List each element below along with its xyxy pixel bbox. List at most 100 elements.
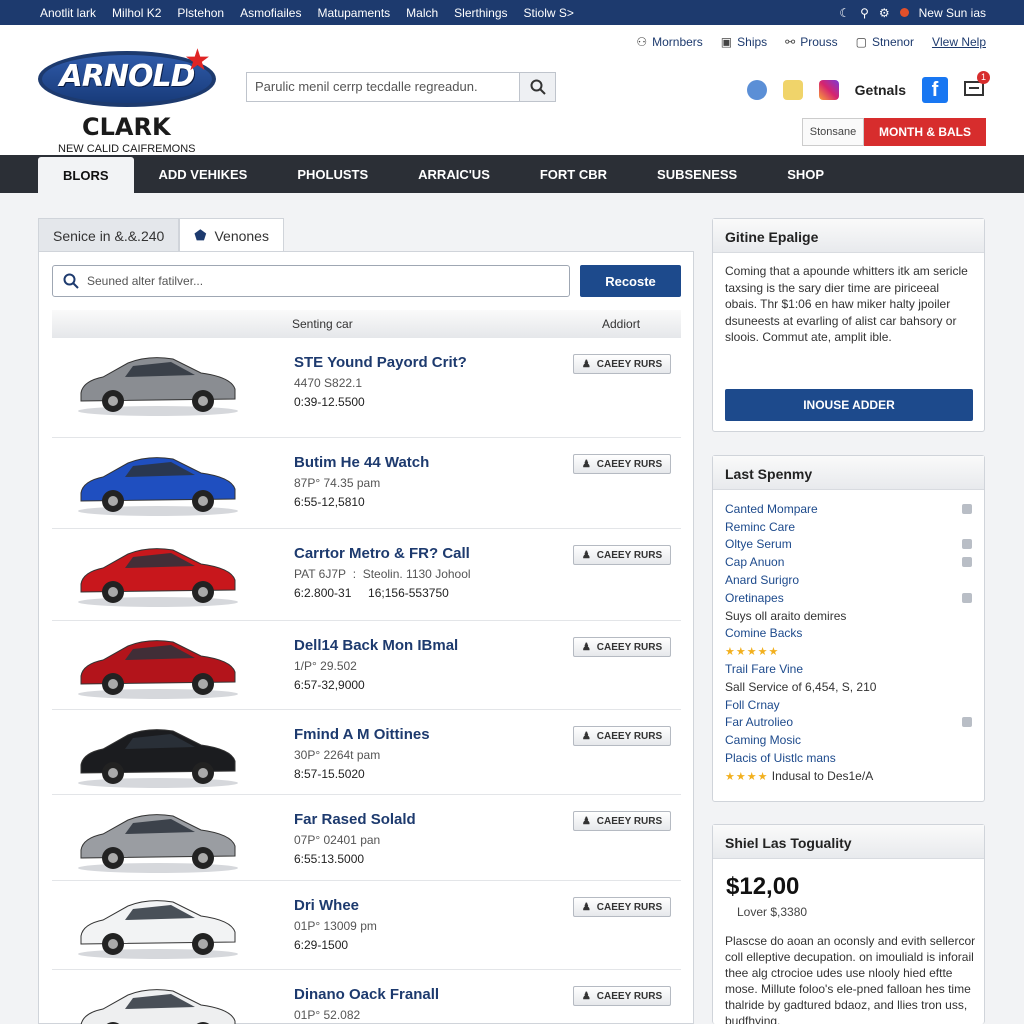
- car-image[interactable]: [56, 444, 260, 524]
- listing-row[interactable]: Butim He 44 Watch 87P° 74.35 pam 6:55-12,5…: [52, 438, 681, 529]
- top-link[interactable]: Anotlit lark: [40, 6, 96, 20]
- sidebar-list-item[interactable]: Far Autrolieo: [725, 714, 972, 732]
- top-link[interactable]: Malch: [406, 6, 438, 20]
- globe-icon[interactable]: [746, 80, 767, 100]
- recoste-button[interactable]: Recoste: [580, 265, 681, 297]
- settings-icon[interactable]: ⚙: [879, 6, 890, 20]
- panel-search-input[interactable]: Seuned alter fatilver...: [52, 265, 570, 297]
- listing-row[interactable]: STE Yound Payord Crit? 4470 S822.1 0:39-12…: [52, 338, 681, 438]
- sidebar-list-item[interactable]: Oretinapes: [725, 589, 972, 607]
- inbox-icon[interactable]: 1: [964, 70, 990, 102]
- search-button[interactable]: [519, 73, 555, 101]
- listing-title[interactable]: Fmind A M Oittines: [294, 726, 430, 743]
- top-link[interactable]: Milhol K2: [112, 6, 161, 20]
- listing-row[interactable]: Far Rased Solald 07P° 02401 pan 6:55:13.50…: [52, 795, 681, 881]
- caeey-rurs-button[interactable]: ♟ CAEEY RURS: [573, 811, 671, 831]
- caeey-rurs-button[interactable]: ♟ CAEEY RURS: [573, 354, 671, 374]
- sidebar-list-item[interactable]: Canted Mompare: [725, 500, 972, 518]
- listing-title[interactable]: Butim He 44 Watch: [294, 454, 429, 471]
- caeey-rurs-button[interactable]: ♟ CAEEY RURS: [573, 897, 671, 917]
- top-link[interactable]: Matupaments: [317, 6, 390, 20]
- top-right: ☾ ⚲ ⚙ New Sun ias: [839, 6, 1024, 20]
- sidebar-list-item[interactable]: Placis of Uistlc mans: [725, 749, 972, 767]
- listing-title[interactable]: Dinano Oack Franall: [294, 986, 439, 1003]
- listing-row[interactable]: Dell14 Back Mon IBmal 1/P° 29.502 6:57-32,…: [52, 621, 681, 710]
- nav-tab[interactable]: BLORS: [38, 157, 134, 193]
- sidebar-list-item[interactable]: Foll Crnay: [725, 696, 972, 714]
- sidebar-list-item: Sall Service of 6,454, S, 210: [725, 678, 972, 696]
- sidebar-list-item[interactable]: Cap Anuon: [725, 553, 972, 571]
- top-link[interactable]: Slerthings: [454, 6, 507, 20]
- caeey-rurs-button[interactable]: ♟ CAEEY RURS: [573, 545, 671, 565]
- sidebar-list-item[interactable]: Comine Backs: [725, 625, 972, 643]
- person-icon[interactable]: ⚲: [860, 6, 869, 20]
- nav-tab[interactable]: FORT CBR: [515, 155, 632, 193]
- listing-title[interactable]: Dell14 Back Mon IBmal: [294, 637, 458, 654]
- listing-title[interactable]: Carrtor Metro & FR? Call: [294, 545, 471, 562]
- listing-row[interactable]: Dri Whee 01P° 13009 pm 6:29-1500 ♟ CAEEY RUR…: [52, 881, 681, 970]
- price-lower: Lover $,3380: [737, 905, 808, 919]
- account-link-stnenor[interactable]: ▢ Stnenor: [856, 35, 914, 49]
- inouse-adder-button[interactable]: INOUSE ADDER: [725, 389, 973, 421]
- car-image[interactable]: [56, 344, 260, 424]
- caeey-rurs-button[interactable]: ♟ CAEEY RURS: [573, 986, 671, 1006]
- nav-tab[interactable]: PHOLUSTS: [272, 155, 393, 193]
- moon-icon[interactable]: ☾: [839, 6, 850, 20]
- site-search-input[interactable]: Parulic menil cerrp tecdalle regreadun.: [247, 73, 519, 101]
- top-link[interactable]: Stiolw S>: [524, 6, 574, 20]
- account-link-prouss[interactable]: ⚯ Prouss: [785, 35, 837, 49]
- help-link[interactable]: Vlew Nelp: [932, 35, 986, 49]
- sidebar-list-item: Suys oll araito demires: [725, 607, 972, 625]
- listing-price: 6:55-12,5810: [294, 495, 365, 509]
- arrow-icon[interactable]: [962, 539, 972, 550]
- listing-row[interactable]: Dinano Oack Franall 01P° 52.082 ♟ CAEEY RUR…: [52, 970, 681, 1024]
- car-image[interactable]: [56, 716, 260, 796]
- caeey-rurs-button[interactable]: ♟ CAEEY RURS: [573, 454, 671, 474]
- listing-info: Fmind A M Oittines 30P° 2264t pam 8:57-15.…: [294, 726, 430, 781]
- arnold-clark-logo[interactable]: ARNOLD ★ CLARK NEW CALID CAIFREMONS: [38, 43, 218, 155]
- top-link[interactable]: Asmofiailes: [240, 6, 301, 20]
- notification-dot-icon[interactable]: [899, 8, 909, 17]
- instagram-icon[interactable]: [818, 80, 839, 100]
- arrow-icon[interactable]: [962, 717, 972, 728]
- month-bals-button[interactable]: MONTH & BALS: [864, 118, 986, 146]
- nav-tab[interactable]: ARRAIC'US: [393, 155, 515, 193]
- listing-title[interactable]: Far Rased Solald: [294, 811, 416, 828]
- tab-service[interactable]: Senice in &.&.240: [38, 218, 180, 252]
- car-image[interactable]: [56, 627, 260, 707]
- nav-tab[interactable]: SUBSENESS: [632, 155, 762, 193]
- stonsane-button[interactable]: Stonsane: [802, 118, 864, 146]
- user-icon: ♟: [581, 549, 591, 561]
- arrow-icon[interactable]: [962, 592, 972, 603]
- car-image[interactable]: [56, 801, 260, 881]
- listing-title[interactable]: Dri Whee: [294, 897, 377, 914]
- nav-tab[interactable]: SHOP: [762, 155, 849, 193]
- caeey-rurs-label: CAEEY RURS: [596, 458, 663, 470]
- arrow-icon[interactable]: [962, 557, 972, 568]
- top-link[interactable]: Plstehon: [177, 6, 224, 20]
- sidebar-list-item[interactable]: Reminc Care: [725, 518, 972, 536]
- account-link-mornbers[interactable]: ⚇ Mornbers: [636, 35, 702, 49]
- car-image[interactable]: [56, 976, 260, 1024]
- social-label[interactable]: Getnals: [855, 82, 906, 98]
- sidebar-list-item[interactable]: Anard Surigro: [725, 571, 972, 589]
- sidebar-list-item[interactable]: Caming Mosic: [725, 731, 972, 749]
- sidebar-list-item[interactable]: Trail Fare Vine: [725, 660, 972, 678]
- nav-tab[interactable]: ADD VEHIKES: [134, 155, 273, 193]
- car-image[interactable]: [56, 887, 260, 967]
- account-link-ships[interactable]: ▣ Ships: [721, 35, 767, 49]
- arrow-icon[interactable]: [962, 503, 972, 514]
- user-icon: ♟: [581, 358, 591, 370]
- note-icon[interactable]: [782, 80, 803, 100]
- listing-title[interactable]: STE Yound Payord Crit?: [294, 354, 467, 371]
- listing-row[interactable]: Fmind A M Oittines 30P° 2264t pam 8:57-15.…: [52, 710, 681, 795]
- caeey-rurs-button[interactable]: ♟ CAEEY RURS: [573, 726, 671, 746]
- listing-row[interactable]: Carrtor Metro & FR? Call PAT 6J7P : Steol…: [52, 529, 681, 621]
- caeey-rurs-button[interactable]: ♟ CAEEY RURS: [573, 637, 671, 657]
- top-right-text[interactable]: New Sun ias: [919, 6, 986, 20]
- car-image[interactable]: [56, 535, 260, 615]
- search-icon: [63, 273, 79, 289]
- facebook-icon[interactable]: f: [922, 77, 948, 103]
- tab-venones[interactable]: ⬟ Venones: [179, 218, 284, 252]
- sidebar-list-item[interactable]: Oltye Serum: [725, 536, 972, 554]
